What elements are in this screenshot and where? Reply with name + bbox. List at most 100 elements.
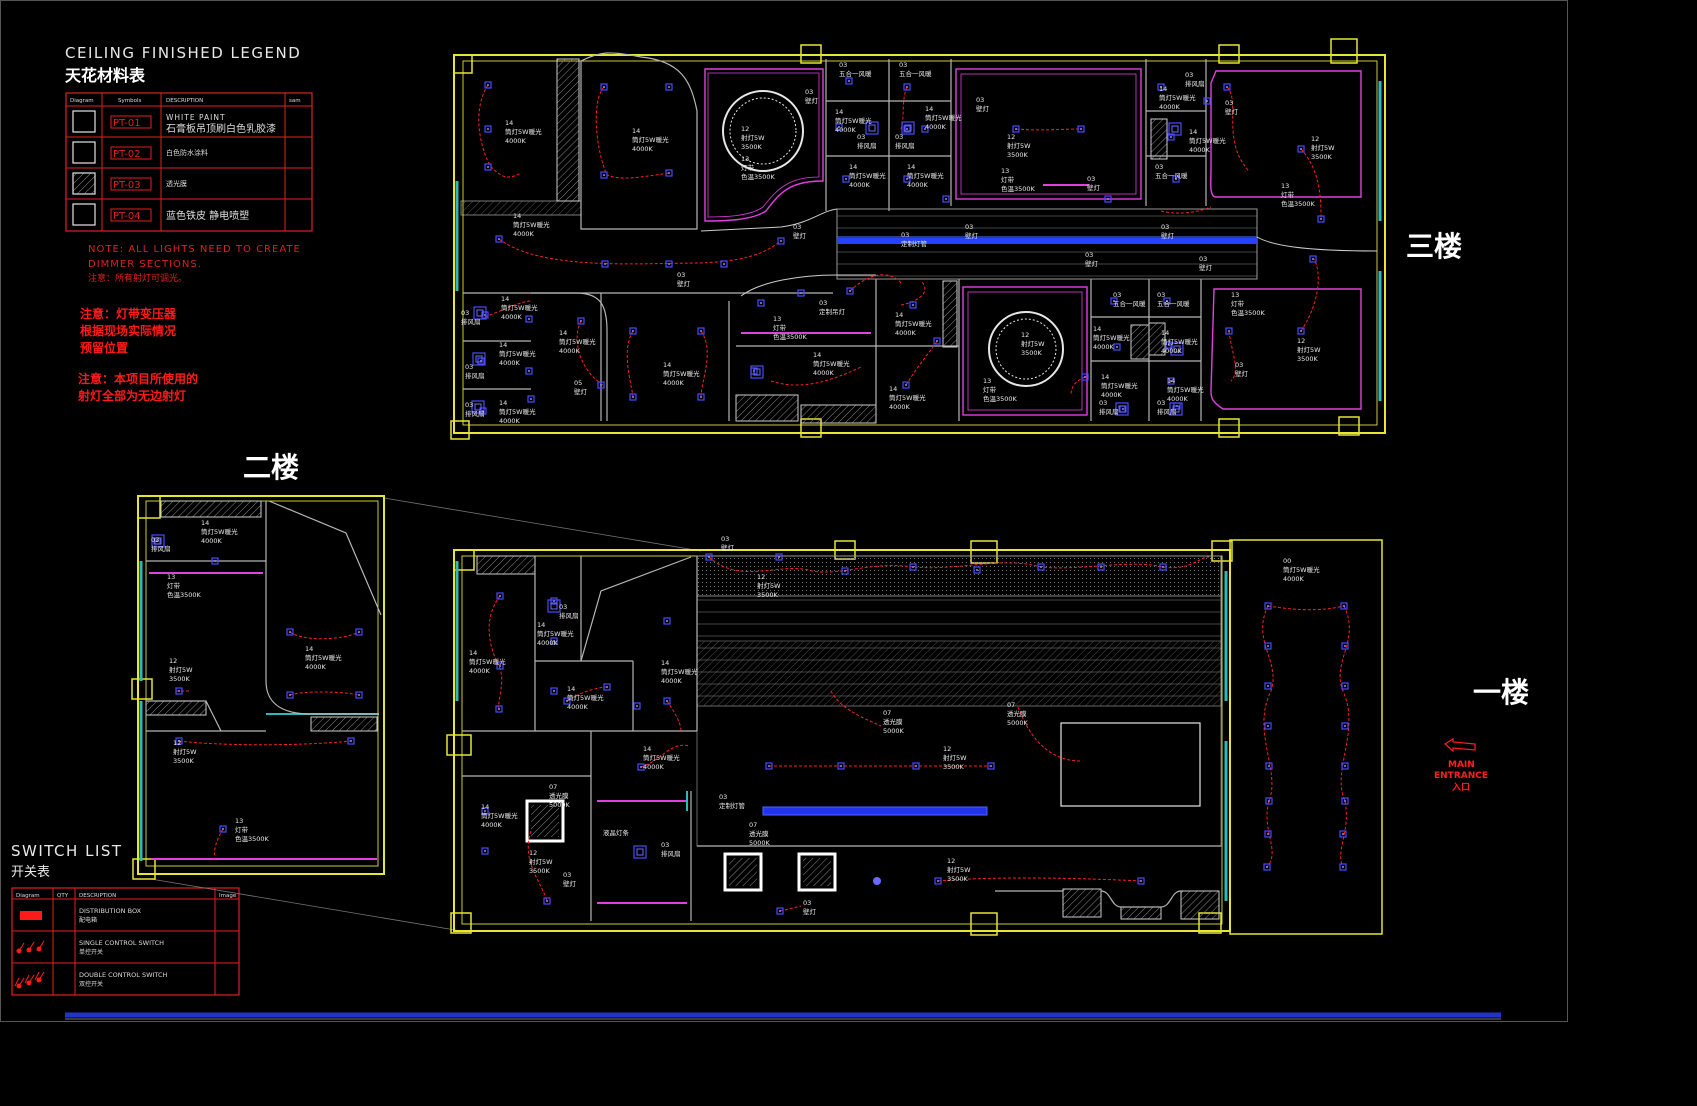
fixture-label: 13 [773, 315, 781, 323]
fixture-label: 14 [1167, 377, 1175, 385]
fixture-label: 5000K [749, 839, 771, 847]
legend-swatch [72, 172, 96, 195]
fixture-label: 射灯5W [1021, 339, 1045, 348]
fixture-label: 07 [549, 783, 557, 791]
fixture-label: 14 [661, 659, 669, 667]
fixture-label: 03 [1225, 99, 1233, 107]
fixture-label: 03 [793, 223, 801, 231]
fixture-label: 4000K [537, 639, 559, 647]
fixture-label: 五合一风暖 [1155, 171, 1188, 180]
fixture-label: 壁灯 [805, 96, 819, 105]
fixture-label: 排风扇 [461, 317, 481, 326]
legend-symbol-code: PT-01 [113, 118, 141, 129]
fixture-label: 12 [943, 745, 951, 753]
switch-row-2-desc: SINGLE CONTROL SWITCH [79, 939, 164, 947]
fixture-label: 筒灯5W暖光 [889, 393, 926, 402]
fixture-label: 14 [1101, 373, 1109, 381]
fixture-label: 筒灯5W暖光 [632, 135, 669, 144]
fixture-label: 筒灯5W暖光 [559, 337, 596, 346]
fixture-label: 14 [925, 105, 933, 113]
fixture-label: 五合一风暖 [839, 69, 872, 78]
fixture-label: 12 [529, 849, 537, 857]
fixture-label: 壁灯 [1085, 259, 1099, 268]
fixture-label: 4000K [499, 417, 521, 425]
fixture-label: 03 [805, 88, 813, 96]
fixture-label: 4000K [1189, 146, 1211, 154]
fixture-label: 筒灯5W暖光 [907, 171, 944, 180]
fixture-label: 筒灯5W暖光 [925, 113, 962, 122]
fixture-label: 筒灯5W暖光 [1283, 565, 1320, 574]
fixture-label: 射灯5W [173, 747, 197, 756]
fixture-label: 14 [632, 127, 640, 135]
switch-header-qty: QTY [57, 893, 69, 899]
fixture-label: 灯带 [167, 581, 181, 590]
fixture-label: 12 [741, 125, 749, 133]
fixture-label: 壁灯 [574, 387, 588, 396]
fixture-label: 定制吊灯 [819, 307, 846, 316]
legend-header-sam: sam [289, 98, 301, 104]
fixture-label: 4000K [201, 537, 223, 545]
fixture-label: 排风扇 [857, 141, 877, 150]
fixture-label: 筒灯5W暖光 [813, 359, 850, 368]
fixture-label: 12 [1007, 133, 1015, 141]
fixture-label: 射灯5W [529, 857, 553, 866]
fixture-label: 筒灯5W暖光 [469, 657, 506, 666]
third-floor-plan: 三楼 [450, 38, 1462, 440]
entrance-label-2: ENTRANCE [1434, 771, 1488, 781]
fixture-label: 灯带 [1001, 175, 1015, 184]
fixture-label: 14 [1159, 85, 1167, 93]
fixture-label: 排风扇 [895, 141, 915, 150]
fixture-label: 14 [835, 108, 843, 116]
exhaust-fan-fixture [633, 845, 647, 859]
fixture-label: 14 [305, 645, 313, 653]
fixture-label: 4000K [907, 181, 929, 189]
fixture-label: 4000K [305, 663, 327, 671]
fixture-label: 14 [849, 163, 857, 171]
fixture-label: 五合一风暖 [1157, 299, 1190, 308]
fixture-label: 03 [857, 133, 865, 141]
fixture-label: 筒灯5W暖光 [481, 811, 518, 820]
legend-rows: PT-01 WHITE PAINT石膏板吊顶刷白色乳胶漆 PT-02 白色防水涂料 PT… [66, 105, 312, 226]
floor-label-third: 三楼 [1406, 230, 1462, 263]
fixture-label: 03 [901, 231, 909, 239]
fixture-label: 色温3500K [1231, 308, 1266, 317]
floor-label-second: 二楼 [243, 451, 299, 484]
switch-title-en: SWITCH LIST [11, 842, 123, 860]
fixture-label: 14 [567, 685, 575, 693]
fixture-label: 4000K [643, 763, 665, 771]
fixture-label: 3500K [529, 867, 551, 875]
switch-list: SWITCH LIST 开关表 Diagram QTY DESCRIPTION … [11, 842, 240, 996]
fixture-label: 灯带 [1231, 299, 1245, 308]
fixture-label: 4000K [632, 145, 654, 153]
fixture-label: 透光膜 [883, 717, 903, 726]
fixture-label: 13 [235, 817, 243, 825]
fixture-label: 定制灯管 [901, 239, 928, 248]
fixture-label: 03 [1087, 175, 1095, 183]
fixture-label: 3500K [1311, 153, 1333, 161]
fixture-label: 4000K [567, 703, 589, 711]
legend-title-en: CEILING FINISHED LEGEND [65, 44, 301, 62]
fixture-label: 筒灯5W暖光 [505, 127, 542, 136]
fixture-label: 壁灯 [1235, 369, 1249, 378]
fixture-label: 03 [677, 271, 685, 279]
legend-swatch [72, 203, 96, 226]
fixture-label: 14 [201, 519, 209, 527]
legend-header-description: DESCRIPTION [166, 98, 203, 104]
fixture-label: 13 [1001, 167, 1009, 175]
fixture-label: 03 [661, 841, 669, 849]
fixture-label: 排风扇 [465, 371, 485, 380]
fixture-label: 14 [889, 385, 897, 393]
cad-drawing-canvas: CEILING FINISHED LEGEND 天花材料表 Diagram Sy… [0, 0, 1568, 1022]
fixture-label: 排风扇 [661, 849, 681, 858]
fixture-label: 筒灯5W暖光 [1101, 381, 1138, 390]
fixture-label: 03 [976, 96, 984, 104]
fixture-label: 03 [1235, 361, 1243, 369]
fixture-label: 4000K [505, 137, 527, 145]
fixture-label: 筒灯5W暖光 [643, 753, 680, 762]
fixture-label: 03 [1199, 255, 1207, 263]
legend-symbol-code: PT-03 [113, 180, 141, 191]
fixture-label: 12 [1021, 331, 1029, 339]
switch-row-1-cn: 配电箱 [79, 916, 97, 924]
legend-symbol-code: PT-02 [113, 149, 141, 160]
legend-symbol-code: PT-04 [113, 211, 141, 222]
